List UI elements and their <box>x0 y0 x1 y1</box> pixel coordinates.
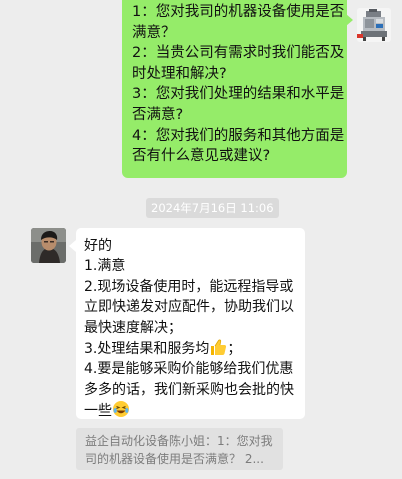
incoming-message-line: 好的 <box>84 238 112 254</box>
incoming-message-text: 一些 <box>84 403 112 420</box>
quoted-message-line: 司的机器设备使用是否满意？ 2... <box>85 452 264 466</box>
message-timestamp: 2024年7月16日 11:06 <box>146 198 279 218</box>
incoming-message-text: 3.处理结果和服务均 <box>84 341 210 358</box>
incoming-message-line: 1.满意 <box>84 258 126 275</box>
incoming-message-line: 4.要是能够采购价能够给我们优惠 <box>84 361 294 378</box>
machine-avatar-icon <box>357 8 391 42</box>
incoming-message-line: 3.处理结果和服务均 ； <box>84 338 297 359</box>
incoming-message-text-suffix: ； <box>227 341 242 358</box>
thumbs-up-icon <box>211 339 227 356</box>
outgoing-message-line: 时处理和解决? <box>132 65 227 82</box>
outgoing-message-line: 2：当贵公司有需求时我们能否及 <box>132 45 345 62</box>
quoted-message[interactable]: 益企自动化设备陈小姐：1：您对我 司的机器设备使用是否满意？ 2... <box>76 428 283 470</box>
quoted-message-line: 益企自动化设备陈小姐：1：您对我 <box>85 434 273 448</box>
incoming-message-bubble[interactable]: 好的 1.满意 2.现场设备使用时，能远程指导或 立即快递发对应配件，协助我们以… <box>76 228 305 419</box>
incoming-bubble-tail <box>69 240 76 252</box>
chat-window: 1：您对我司的机器设备使用是否 满意？ 2：当贵公司有需求时我们能否及 时处理和… <box>0 0 402 479</box>
incoming-message-line: 2.现场设备使用时，能远程指导或 <box>84 278 294 295</box>
outgoing-message-line: 否满意? <box>132 106 184 123</box>
outgoing-message-line: 满意？ <box>132 24 176 41</box>
outgoing-message-bubble[interactable]: 1：您对我司的机器设备使用是否 满意？ 2：当贵公司有需求时我们能否及 时处理和… <box>122 0 347 178</box>
sender-avatar[interactable] <box>357 8 391 42</box>
outgoing-message-line: 否有什么意见或建议? <box>132 148 271 165</box>
person-avatar-icon <box>31 228 66 263</box>
contact-avatar[interactable] <box>31 228 66 263</box>
laughing-emoji-icon <box>113 401 129 418</box>
outgoing-bubble-tail <box>346 14 353 26</box>
outgoing-message-line: 1：您对我司的机器设备使用是否 <box>132 4 345 20</box>
incoming-message-line: 最快速度解决； <box>84 319 182 336</box>
incoming-message-line: 立即快递发对应配件，协助我们以 <box>84 299 294 316</box>
outgoing-message-line: 3：您对我们处理的结果和水平是 <box>132 86 345 103</box>
incoming-message-line: 一些 <box>84 400 297 421</box>
outgoing-message-line: 4：您对我们的服务和其他方面是 <box>132 127 345 144</box>
incoming-message-line: 多多的话，我们新采购也会批的快 <box>84 381 294 398</box>
